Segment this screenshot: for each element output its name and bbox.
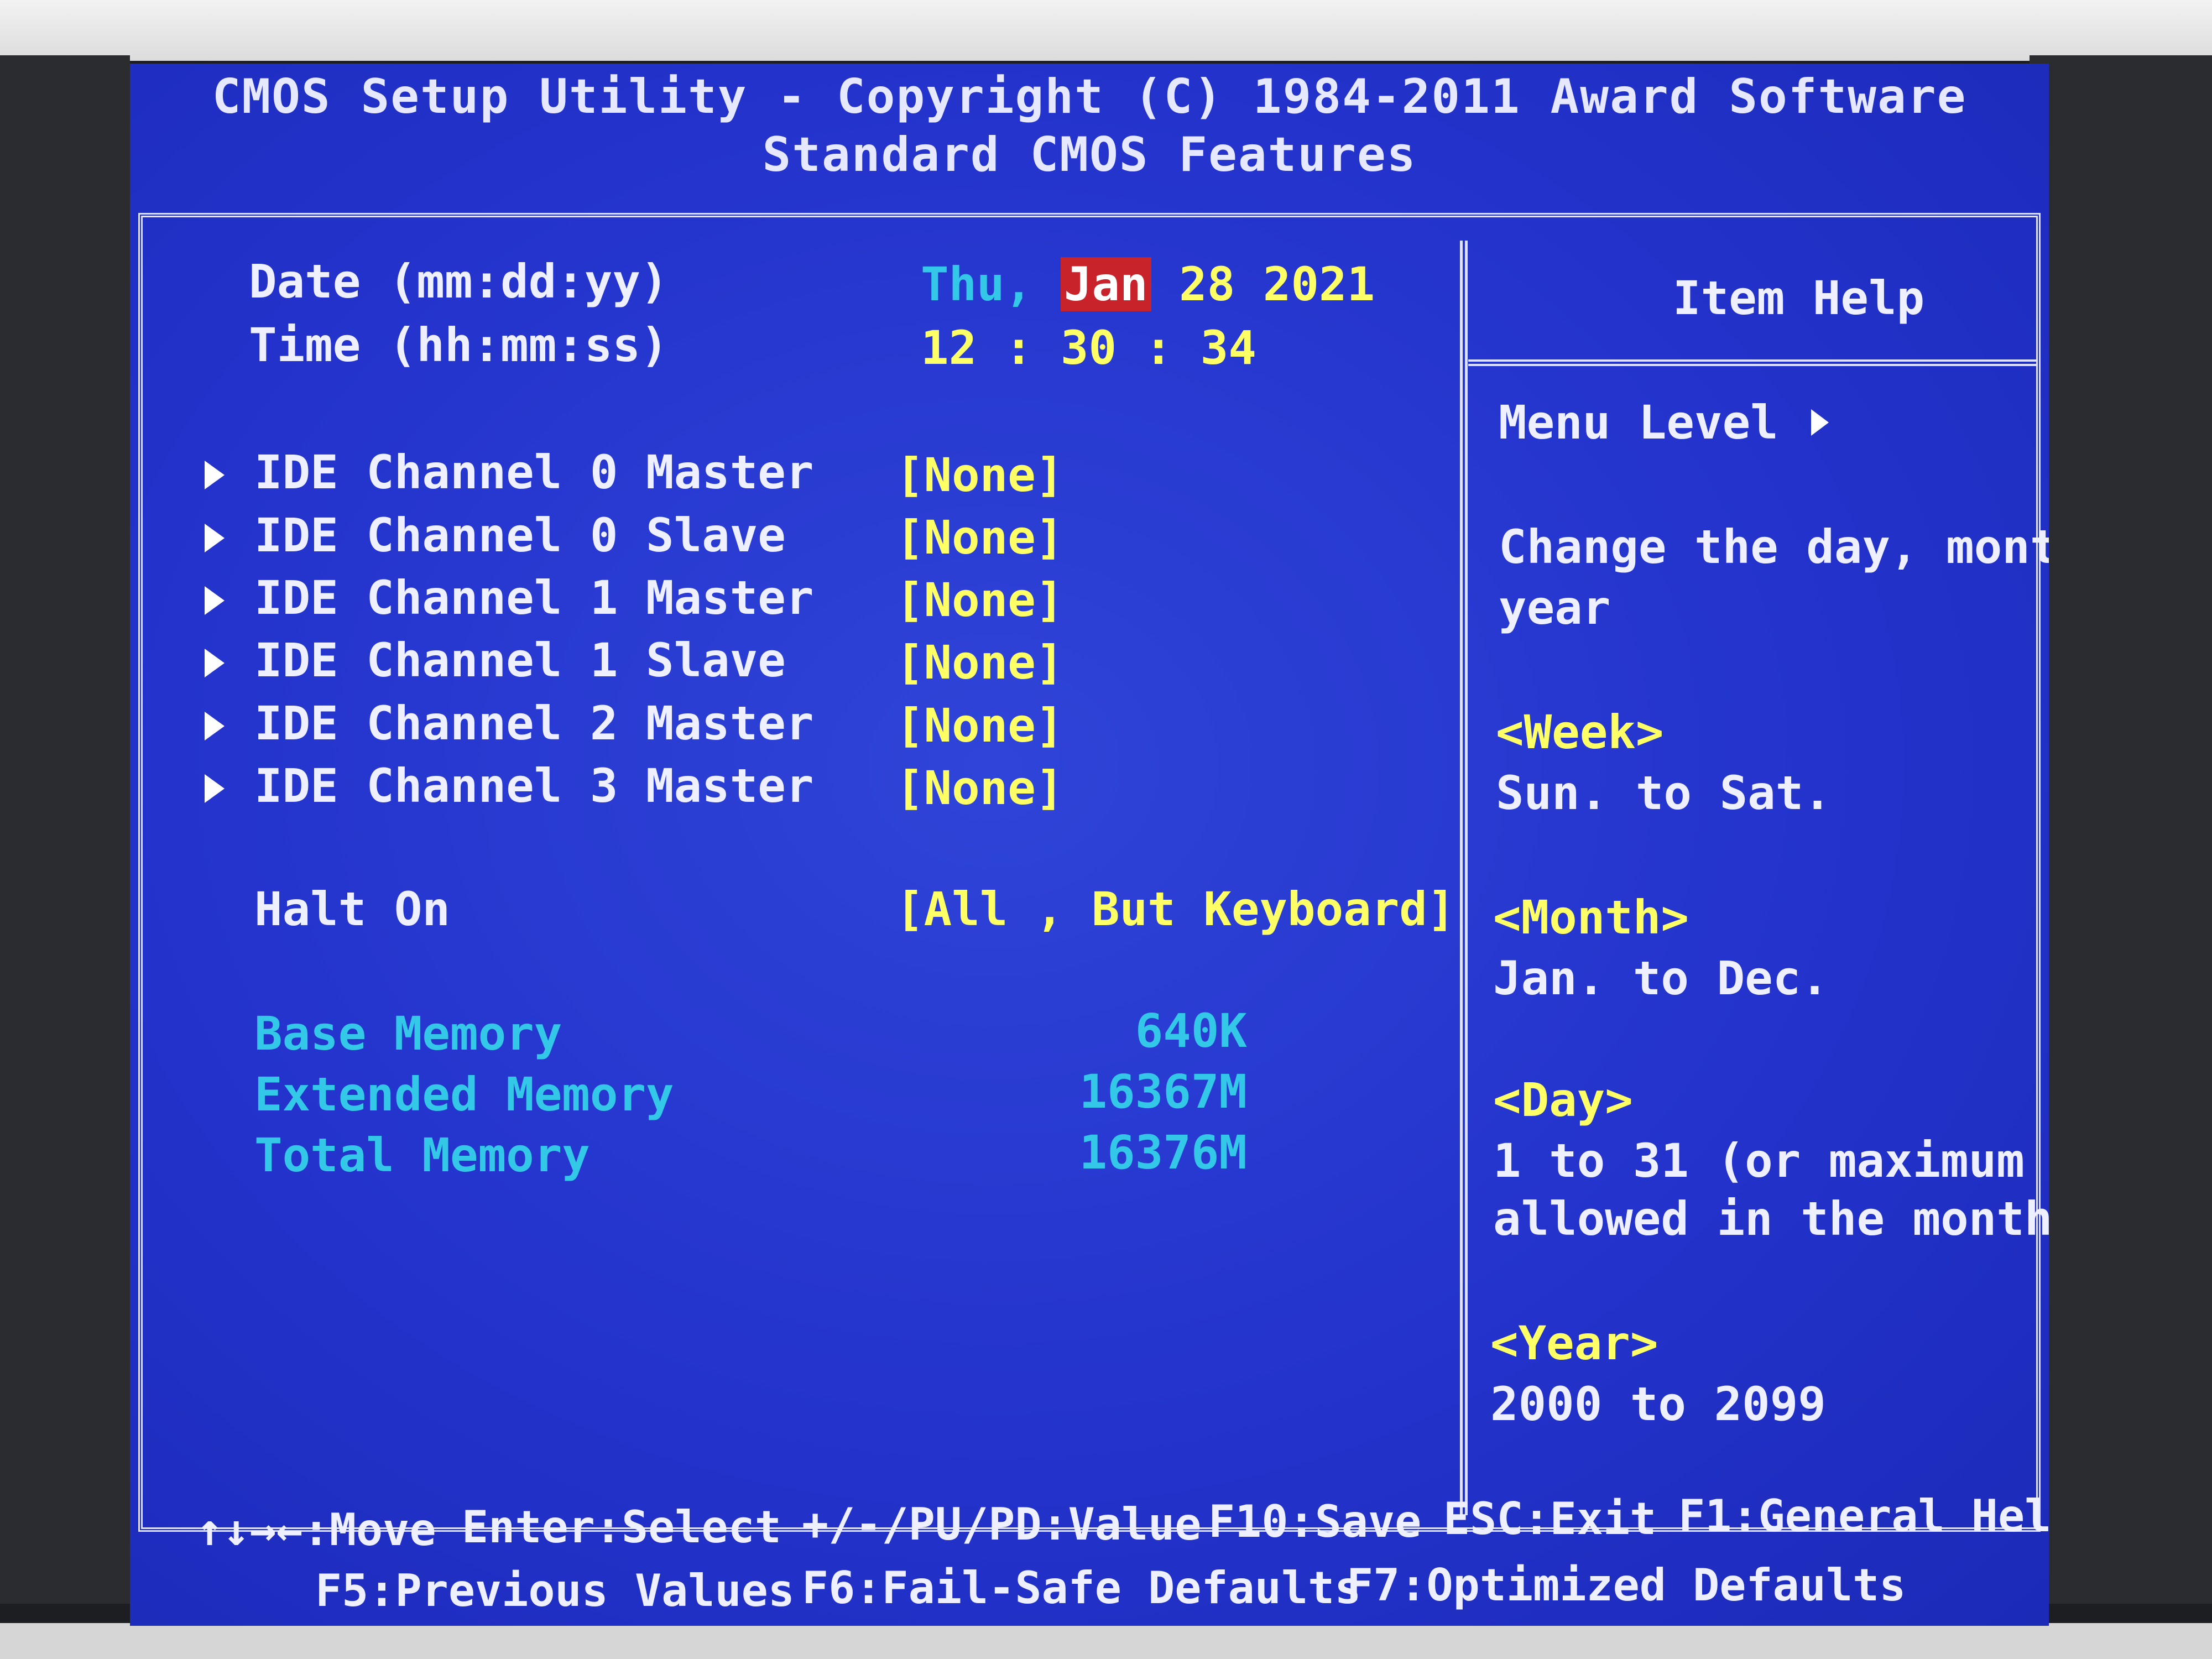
time-second-field[interactable]: 34 [1201, 321, 1256, 375]
submenu-arrow-icon [205, 586, 225, 615]
date-day-field[interactable]: 28 [1179, 257, 1235, 311]
utility-title: CMOS Setup Utility - Copyright (C) 1984-… [212, 69, 1967, 124]
halt-on-value[interactable]: [All , But Keyboard] [896, 882, 1455, 936]
help-day-title: <Day> [1493, 1073, 1633, 1127]
footer-select-hint: Enter:Select [462, 1501, 781, 1553]
item-help-title: Item Help [1673, 271, 1925, 325]
help-day-line2: allowed in the month) [1493, 1192, 2049, 1246]
help-description-line2: year [1499, 581, 1611, 635]
ide-channel-1-master-value: [None] [896, 573, 1064, 627]
help-divider-vertical [1460, 241, 1468, 1515]
help-divider-horizontal [1468, 359, 2038, 366]
ide-channel-0-master-value: [None] [896, 448, 1064, 502]
monitor-bezel-left [0, 55, 130, 1604]
submenu-arrow-icon [205, 712, 225, 740]
time-label: Time (hh:mm:ss) [249, 318, 669, 372]
extended-memory-value: 16367M [1079, 1065, 1247, 1119]
ide-channel-0-slave-value: [None] [896, 510, 1064, 565]
date-year-field[interactable]: 2021 [1263, 257, 1375, 311]
time-value[interactable]: 12 : 30 : 34 [921, 321, 1256, 375]
help-month-range: Jan. to Dec. [1493, 951, 1829, 1005]
bios-screen: CMOS Setup Utility - Copyright (C) 1984-… [130, 64, 2049, 1626]
menu-level-arrow-icon [1811, 409, 1829, 436]
halt-on-label[interactable]: Halt On [254, 882, 450, 936]
time-separator: : [1004, 321, 1033, 375]
footer-value-hint: +/-/PU/PD:Value [802, 1499, 1202, 1550]
date-value[interactable]: Thu, Jan 28 2021 [921, 257, 1375, 311]
footer-help-hint: F1:General Help [1678, 1490, 2049, 1542]
ide-channel-3-master[interactable]: IDE Channel 3 Master [254, 759, 813, 813]
date-month-field[interactable]: Jan [1060, 257, 1151, 311]
page-title: Standard CMOS Features [762, 127, 1417, 182]
monitor-bezel-right [2030, 55, 2212, 1604]
ide-channel-1-slave-value: [None] [896, 635, 1064, 690]
ide-channel-2-master-value: [None] [896, 698, 1064, 753]
time-separator: : [1144, 321, 1173, 375]
help-week-range: Sun. to Sat. [1496, 766, 1832, 820]
ide-channel-1-master[interactable]: IDE Channel 1 Master [254, 571, 813, 625]
submenu-arrow-icon [205, 649, 225, 677]
footer-previous-values-hint: F5:Previous Values [315, 1565, 795, 1616]
total-memory-label: Total Memory [254, 1128, 590, 1182]
footer-save-hint: F10:Save [1208, 1496, 1422, 1547]
time-minute-field[interactable]: 30 [1061, 321, 1117, 375]
footer-move-hint: ↑↓→←:Move [196, 1504, 436, 1556]
extended-memory-label: Extended Memory [254, 1067, 674, 1121]
time-hour-field[interactable]: 12 [921, 321, 977, 375]
date-weekday: Thu, [921, 257, 1033, 311]
help-day-line1: 1 to 31 (or maximum [1493, 1134, 2025, 1188]
help-description-line1: Change the day, month, [1499, 520, 2049, 574]
monitor-bezel-bottom [0, 1623, 2212, 1659]
ide-channel-2-master[interactable]: IDE Channel 2 Master [254, 696, 813, 750]
ide-channel-3-master-value: [None] [896, 761, 1064, 815]
footer-optimized-hint: F7:Optimized Defaults [1347, 1559, 1906, 1611]
ide-channel-0-slave[interactable]: IDE Channel 0 Slave [254, 508, 786, 562]
ide-channel-1-slave[interactable]: IDE Channel 1 Slave [254, 633, 786, 687]
help-year-range: 2000 to 2099 [1490, 1377, 1826, 1431]
menu-level-label: Menu Level [1499, 395, 1778, 450]
footer-fail-safe-hint: F6:Fail-Safe Defaults [802, 1562, 1361, 1614]
submenu-arrow-icon [205, 461, 225, 489]
ide-channel-0-master[interactable]: IDE Channel 0 Master [254, 445, 813, 499]
submenu-arrow-icon [205, 774, 225, 803]
help-year-title: <Year> [1490, 1316, 1658, 1370]
base-memory-label: Base Memory [254, 1006, 562, 1061]
base-memory-value: 640K [1135, 1004, 1247, 1058]
total-memory-value: 16376M [1079, 1125, 1247, 1180]
help-month-title: <Month> [1493, 890, 1689, 945]
help-week-title: <Week> [1496, 705, 1664, 759]
monitor-bezel-top [0, 0, 2212, 61]
submenu-arrow-icon [205, 524, 225, 552]
footer-exit-hint: ESC:Exit [1443, 1493, 1657, 1545]
date-label: Date (mm:dd:yy) [249, 254, 669, 309]
